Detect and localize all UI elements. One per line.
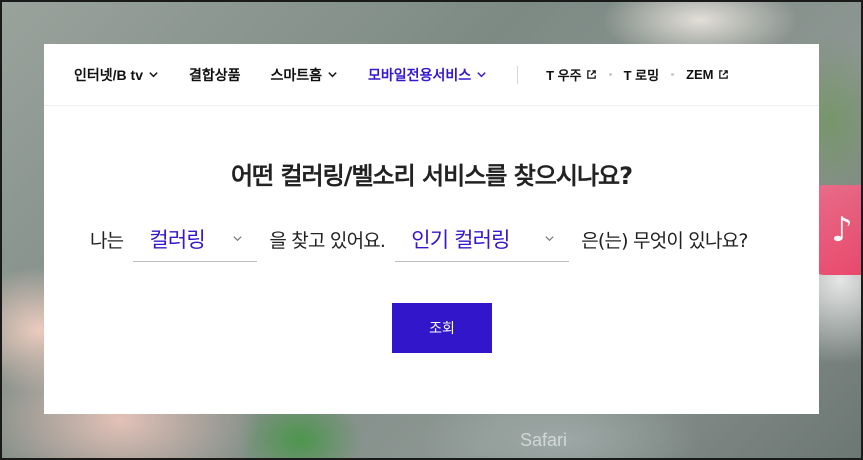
nav-item-label: 모바일전용서비스 [368,66,472,83]
chevron-down-icon [476,69,487,80]
chevron-down-icon [544,233,555,244]
nav-link-label: T 우주 [546,68,582,83]
nav-item-label: 결합상품 [188,66,241,83]
nav-item-label: 스마트홈 [270,66,323,83]
nav-item-bundle[interactable]: 결합상품 [189,65,241,85]
chevron-down-icon [327,69,338,80]
service-type-select[interactable]: 컬러링 [133,216,258,262]
category-value: 인기 컬러링 [411,227,510,252]
nav-item-mobile-services[interactable]: 모바일전용서비스 [368,65,487,85]
search-button[interactable]: 조회 [392,303,492,353]
content-panel: 인터넷/B tv 결합상품 스마트홈 모바일전용서비스 T 우주 T 로밍 ZE… [44,44,819,414]
search-sentence: 나는 컬러링 을 찾고 있어요. 인기 컬러링 은(는) 무엇이 있나요? [90,216,748,262]
nav-link-label: T 로밍 [623,68,660,83]
category-select[interactable]: 인기 컬러링 [395,216,570,262]
external-link-icon [718,69,729,80]
chevron-down-icon [232,233,243,244]
nav-link-label: ZEM [686,67,714,82]
chevron-down-icon [148,69,159,80]
nav-item-internet-btv[interactable]: 인터넷/B tv [74,65,159,85]
sentence-suffix: 은(는) 무엇이 있나요? [581,229,748,252]
nav-link-zem[interactable]: ZEM [686,67,728,82]
nav-dot-separator [671,73,675,76]
nav-link-t-roaming[interactable]: T 로밍 [624,65,659,84]
nav-dot-separator [608,73,612,76]
page-headline: 어떤 컬러링/벨소리 서비스를 찾으시나요? [230,162,633,190]
nav-item-label: 인터넷/B tv [74,66,143,83]
nav-divider [517,65,519,84]
nav-item-smarthome[interactable]: 스마트홈 [271,65,339,85]
external-link-icon [586,69,597,80]
music-app-icon: ♪ [812,185,863,275]
sentence-prefix: 나는 [90,229,124,252]
sentence-middle: 을 찾고 있어요. [269,229,386,252]
background-app-label: Safari [520,430,568,450]
service-type-value: 컬러링 [149,227,205,252]
nav-link-t-universe[interactable]: T 우주 [546,65,596,84]
top-navigation: 인터넷/B tv 결합상품 스마트홈 모바일전용서비스 T 우주 T 로밍 ZE… [44,44,819,106]
